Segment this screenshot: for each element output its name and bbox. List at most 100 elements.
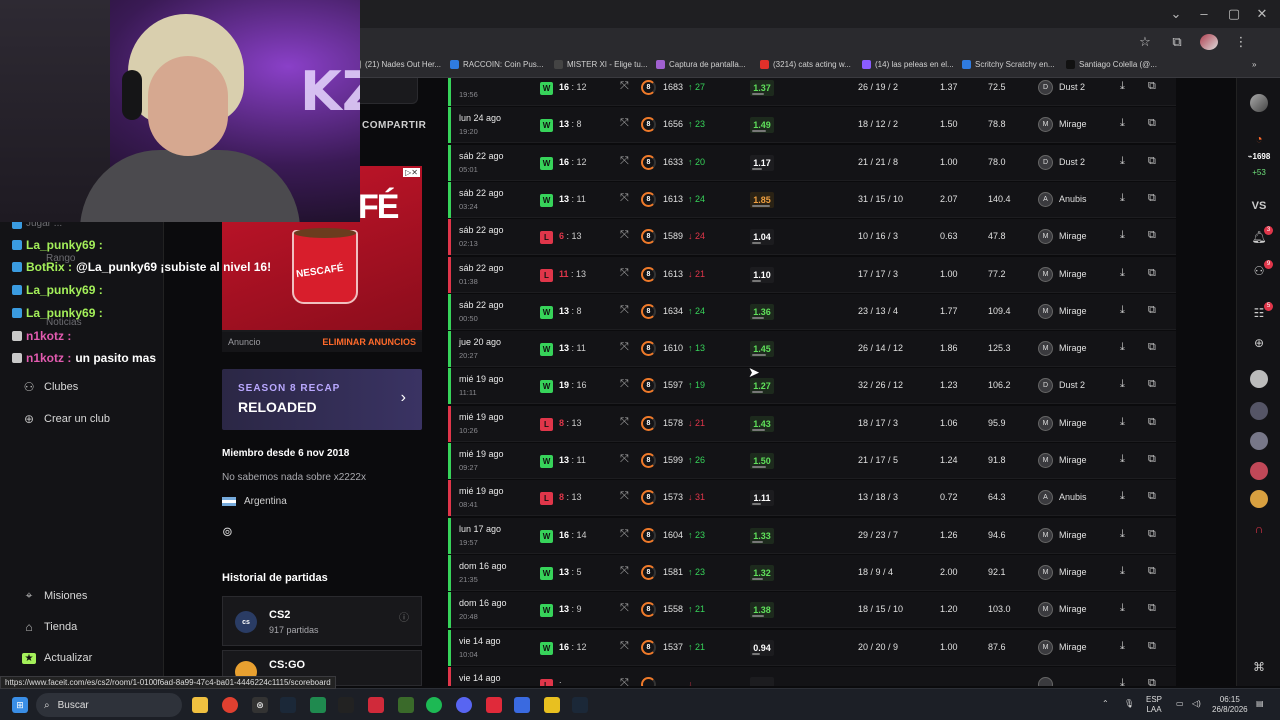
download-icon[interactable]: ⤓ [1120, 416, 1125, 429]
download-icon[interactable]: ⤓ [1120, 304, 1125, 317]
share-button[interactable]: COMPARTIR [362, 120, 426, 131]
external-link-icon[interactable]: ⧉ [1148, 192, 1156, 205]
windows-start-icon[interactable]: ⊞ [12, 697, 28, 713]
download-icon[interactable]: ⤓ [1120, 677, 1125, 686]
sidebar-item-tienda[interactable]: ⌂ Tienda [22, 620, 77, 634]
file-explorer-icon[interactable] [192, 697, 208, 713]
download-icon[interactable]: ⤓ [1120, 192, 1125, 205]
match-row[interactable]: dom 16 ago 21:35 W 13 : 5 ⤧ 8 1581 ↑ 23 1.32 18 /… [448, 555, 1176, 591]
vs-button[interactable]: VS [1237, 200, 1280, 212]
match-row[interactable]: mié 19 ago 08:41 L 8 : 13 ⤧ 8 1573 ↓ 31 1.11 13 /… [448, 480, 1176, 516]
friend-avatar-5[interactable] [1237, 490, 1280, 511]
sidebar-item-clubes[interactable]: ⚇ Clubes [22, 380, 79, 394]
add-icon[interactable]: ⊕ [1237, 336, 1280, 350]
match-row[interactable]: sáb 22 ago 02:13 L 6 : 13 ⤧ 8 1589 ↓ 24 1.04 10 /… [448, 219, 1176, 255]
external-link-icon[interactable]: ⧉ [1148, 117, 1156, 130]
tray-chevron-icon[interactable]: ⌃ [1102, 699, 1109, 709]
party-icon[interactable]: ☷ 5 [1237, 302, 1280, 320]
external-link-icon[interactable]: ⧉ [1148, 155, 1156, 168]
language-indicator[interactable]: ESP LAA [1146, 695, 1162, 715]
steam-icon[interactable]: ⊚ [222, 524, 233, 540]
bookmark-item[interactable]: (21) Nades Out Her... [352, 60, 441, 69]
app-icon-7[interactable] [544, 697, 560, 713]
app-icon-6[interactable] [486, 697, 502, 713]
external-link-icon[interactable]: ⧉ [1148, 453, 1156, 466]
notepad-icon[interactable] [514, 697, 530, 713]
app-icon-1[interactable]: ⊛ [252, 697, 268, 713]
download-icon[interactable]: ⤓ [1120, 490, 1125, 503]
bell-icon[interactable]: 🔔︎ 3 [1237, 226, 1280, 244]
match-row[interactable]: mié 19 ago 10:26 L 8 : 13 ⤧ 8 1578 ↓ 21 1.43 18 /… [448, 406, 1176, 442]
microphone-icon[interactable]: 🎙︎ [1124, 699, 1134, 709]
ad-choices-icon[interactable]: ▷✕ [403, 168, 420, 177]
match-row[interactable]: sáb 22 ago 00:50 W 13 : 8 ⤧ 8 1634 ↑ 24 1.36 23 /… [448, 294, 1176, 330]
external-link-icon[interactable]: ⧉ [1148, 416, 1156, 429]
headset-icon[interactable]: ∩ [1237, 522, 1280, 536]
notification-center-icon[interactable]: ▤ [1256, 699, 1264, 709]
match-row[interactable]: vie 14 ago L : ⤧ ↓ ⤓ ⧉ [448, 667, 1176, 686]
minimize-icon[interactable]: – [1190, 6, 1218, 21]
external-link-icon[interactable]: ⧉ [1148, 304, 1156, 317]
download-icon[interactable]: ⤓ [1120, 453, 1125, 466]
sidebar-item-crear-club[interactable]: ⊕ Crear un club [22, 412, 110, 426]
bookmark-item[interactable]: RACCOIN: Coin Pus... [450, 60, 543, 69]
chrome-icon[interactable] [222, 697, 238, 713]
match-row[interactable]: jue 20 ago 20:27 W 13 : 11 ⤧ 8 1610 ↑ 13 1.45 26 … [448, 331, 1176, 367]
spotify-icon[interactable] [426, 697, 442, 713]
friend-avatar-1[interactable] [1237, 370, 1280, 391]
match-row[interactable]: dom 16 ago 20:48 W 13 : 9 ⤧ 8 1558 ↑ 21 1.38 18 /… [448, 592, 1176, 628]
external-link-icon[interactable]: ⧉ [1148, 640, 1156, 653]
bookmark-item[interactable]: Scritchy Scratchy en... [962, 60, 1055, 69]
discord-icon[interactable] [456, 697, 472, 713]
bookmarks-overflow-icon[interactable]: » [1252, 60, 1256, 69]
sidebar-item-actualizar[interactable]: ★ Actualizar [22, 652, 92, 664]
download-icon[interactable]: ⤓ [1120, 378, 1125, 391]
friends-icon[interactable]: ⚇ 9 [1237, 260, 1280, 278]
friend-avatar-4[interactable] [1237, 462, 1280, 483]
match-row[interactable]: 19:56 W 16 : 12 ⤧ 8 1683 ↑ 27 1.37 26 / 19 / 2 1.… [448, 78, 1176, 106]
download-icon[interactable]: ⤓ [1120, 155, 1125, 168]
download-icon[interactable]: ⤓ [1120, 341, 1125, 354]
bookmark-item[interactable]: (3214) cats acting w... [760, 60, 851, 69]
remove-ads-link[interactable]: ELIMINAR ANUNCIOS [322, 337, 416, 347]
match-row[interactable]: sáb 22 ago 05:01 W 16 : 12 ⤧ 8 1633 ↑ 20 1.17 21 … [448, 145, 1176, 181]
bookmark-item[interactable]: MISTER XI - Elige tu... [554, 60, 647, 69]
download-icon[interactable]: ⤓ [1120, 267, 1125, 280]
taskbar-search[interactable]: ⌕ Buscar [36, 693, 182, 717]
match-row[interactable]: sáb 22 ago 03:24 W 13 : 11 ⤧ 8 1613 ↑ 24 1.85 31 … [448, 182, 1176, 218]
match-row[interactable]: mié 19 ago 09:27 W 13 : 11 ⤧ 8 1599 ↑ 26 1.50 21 … [448, 443, 1176, 479]
sidebar-item-misiones[interactable]: ⌖ Misiones [22, 588, 88, 603]
user-avatar[interactable] [1237, 94, 1280, 115]
match-row[interactable]: sáb 22 ago 01:38 L 11 : 13 ⤧ 8 1613 ↓ 21 1.10 17 … [448, 257, 1176, 293]
match-row[interactable]: mié 19 ago 11:11 W 19 : 16 ⤧ 8 1597 ↑ 19 1.27 32 … [448, 368, 1176, 404]
clock[interactable]: 06:15 26/8/2026 [1212, 695, 1248, 715]
download-icon[interactable]: ⤓ [1120, 229, 1125, 242]
external-link-icon[interactable]: ⧉ [1148, 229, 1156, 242]
download-icon[interactable]: ⤓ [1120, 565, 1125, 578]
steam-taskbar-icon[interactable] [280, 697, 296, 713]
external-link-icon[interactable]: ⧉ [1148, 80, 1156, 93]
friend-avatar-2[interactable] [1237, 402, 1280, 423]
bookmark-star-icon[interactable]: ☆ [1136, 34, 1154, 53]
external-link-icon[interactable]: ⧉ [1148, 267, 1156, 280]
match-row[interactable]: lun 17 ago 19:57 W 16 : 14 ⤧ 8 1604 ↑ 23 1.33 29 … [448, 518, 1176, 554]
close-icon[interactable]: ✕ [1248, 6, 1276, 22]
extensions-icon[interactable]: ⧉ [1168, 34, 1186, 53]
bookmark-item[interactable]: Captura de pantalla... [656, 60, 746, 69]
bookmark-item[interactable]: (14) las peleas en el... [862, 60, 954, 69]
external-link-icon[interactable]: ⧉ [1148, 602, 1156, 615]
download-icon[interactable]: ⤓ [1120, 528, 1125, 541]
bookmark-item[interactable]: Santiago Colella (@... [1066, 60, 1157, 69]
match-row[interactable]: vie 14 ago 10:04 W 16 : 12 ⤧ 8 1537 ↑ 21 0.94 20 … [448, 630, 1176, 666]
download-icon[interactable]: ⤓ [1120, 117, 1125, 130]
app-icon-3[interactable] [338, 697, 354, 713]
game-card-cs2[interactable]: cs CS2 917 partidas ⓘ [222, 596, 422, 646]
app-icon-4[interactable] [368, 697, 384, 713]
season-recap-banner[interactable]: SEASON 8 RECAP RELOADED › [222, 369, 422, 430]
external-link-icon[interactable]: ⧉ [1148, 490, 1156, 503]
volume-icon[interactable]: ◁) [1192, 699, 1201, 709]
app-icon-2[interactable] [310, 697, 326, 713]
external-link-icon[interactable]: ⧉ [1148, 341, 1156, 354]
download-icon[interactable]: ⤓ [1120, 80, 1125, 93]
maximize-icon[interactable]: ▢ [1220, 6, 1248, 22]
